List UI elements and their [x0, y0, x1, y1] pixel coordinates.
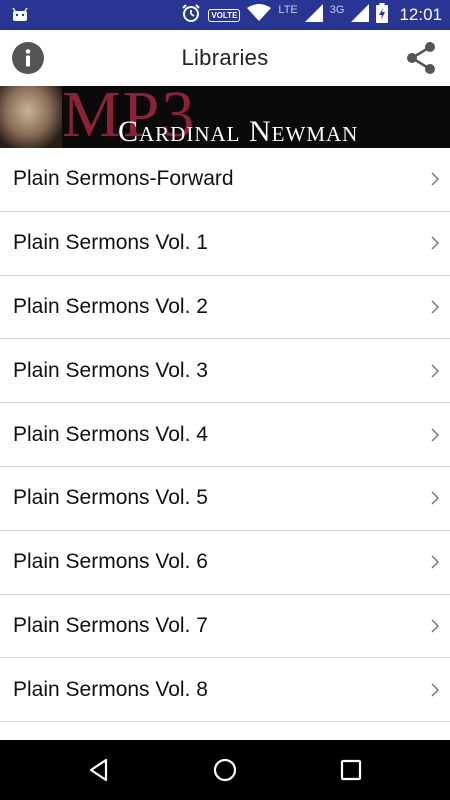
signal-icon-3g [351, 4, 370, 26]
list-item-label: Plain Sermons Vol. 1 [13, 231, 208, 255]
volte-badge: VOLTE [208, 8, 241, 22]
library-list: Plain Sermons-Forward Plain Sermons Vol.… [0, 148, 450, 740]
banner-name-text: Cardinal Newman [118, 115, 359, 148]
status-time: 12:01 [399, 5, 442, 24]
list-item-label: Plain Sermons Vol. 5 [13, 486, 208, 510]
alarm-icon [181, 3, 201, 27]
list-item[interactable]: Plain Sermons Vol. 1 [0, 211, 450, 276]
list-item[interactable]: Plain Sermons Vol. 6 [0, 530, 450, 595]
list-item-label: Plain Sermons Vol. 6 [13, 550, 208, 574]
list-item-label: Plain Sermons Vol. 2 [13, 294, 208, 318]
list-item-label: Plain Sermons Vol. 4 [13, 422, 208, 446]
list-item-label: Plain Sermons Vol. 8 [13, 677, 208, 701]
battery-icon [376, 3, 389, 27]
list-item[interactable]: Plain Sermons Vol. 8 [0, 658, 450, 723]
chevron-right-icon [431, 555, 440, 569]
chevron-right-icon [431, 300, 440, 314]
network-type-lte: LTE [278, 4, 298, 16]
android-notification-icon [10, 5, 30, 30]
back-icon[interactable] [86, 757, 112, 783]
list-item[interactable]: Plain Sermons Vol. 2 [0, 275, 450, 340]
list-item[interactable]: Plain Sermons-Forward [0, 148, 450, 212]
list-item-label: Plain Sermons-Forward [13, 167, 234, 191]
info-icon[interactable] [12, 42, 44, 74]
list-item[interactable]: Plain Sermons Vol. 7 [0, 594, 450, 659]
home-icon[interactable] [212, 757, 238, 783]
cardinal-newman-banner: MP3 Cardinal Newman [0, 86, 450, 148]
status-bar: VOLTE LTE 3G 12:01 [0, 0, 450, 30]
chevron-right-icon [431, 236, 440, 250]
cardinal-newman-portrait [0, 86, 62, 148]
list-item[interactable]: Plain Sermons Vol. 5 [0, 466, 450, 531]
wifi-icon [247, 4, 272, 26]
signal-icon-lte [304, 4, 323, 26]
recents-icon[interactable] [338, 757, 364, 783]
list-item[interactable]: Plain Sermons Vol. 3 [0, 339, 450, 404]
list-item-label: Plain Sermons Vol. 7 [13, 613, 208, 637]
list-item[interactable]: Plain Sermons Vol. 4 [0, 403, 450, 467]
list-item-label: Plain Sermons Vol. 3 [13, 358, 208, 382]
chevron-right-icon [431, 619, 440, 633]
chevron-right-icon [431, 428, 440, 442]
app-bar: Libraries [0, 30, 450, 86]
chevron-right-icon [431, 364, 440, 378]
share-icon[interactable] [404, 40, 438, 76]
chevron-right-icon [431, 172, 440, 186]
network-type-3g: 3G [329, 4, 345, 16]
chevron-right-icon [431, 491, 440, 505]
chevron-right-icon [431, 683, 440, 697]
page-title: Libraries [181, 45, 269, 70]
system-navigation-bar [0, 740, 450, 800]
